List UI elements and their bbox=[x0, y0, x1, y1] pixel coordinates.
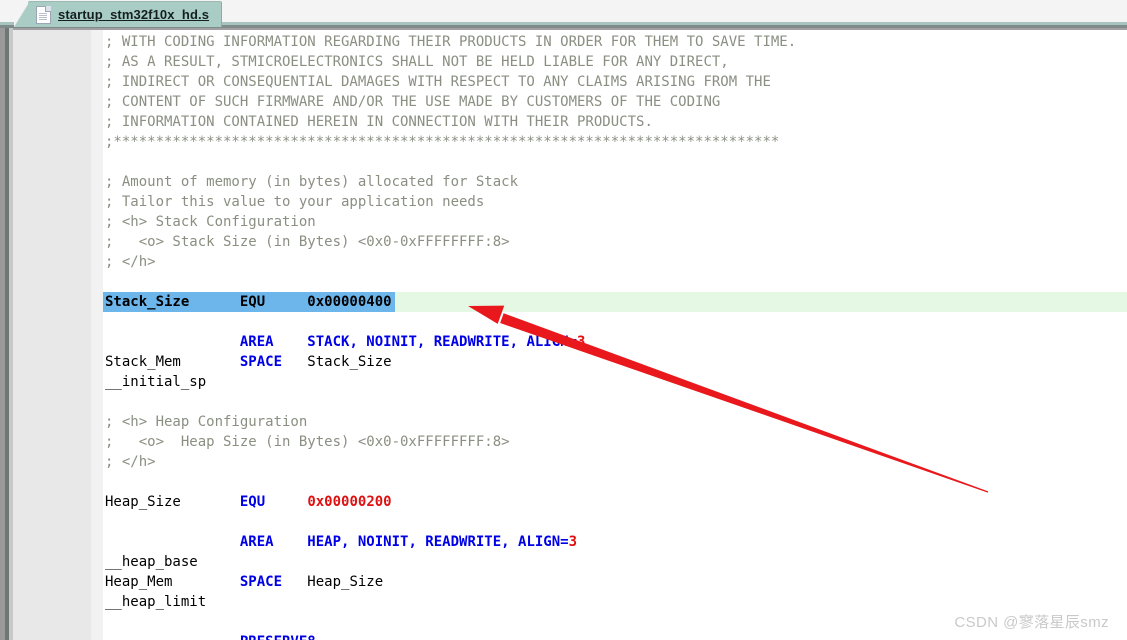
code-line[interactable]: 38Stack_Mem SPACE Stack_Size bbox=[103, 352, 1127, 372]
code-line[interactable]: 47 AREA HEAP, NOINIT, READWRITE, ALIGN=3 bbox=[103, 532, 1127, 552]
code-line[interactable]: 29; Amount of memory (in bytes) allocate… bbox=[103, 172, 1127, 192]
code-line-text: PRESERVE8 bbox=[105, 632, 316, 640]
code-line[interactable]: 39__initial_sp bbox=[103, 372, 1127, 392]
code-line[interactable]: 36 bbox=[103, 312, 1127, 332]
editor-frame: 22; WITH CODING INFORMATION REGARDING TH… bbox=[0, 28, 1127, 640]
code-line[interactable]: 46 bbox=[103, 512, 1127, 532]
code-line[interactable]: 34 bbox=[103, 272, 1127, 292]
code-line-text: ; <o> Stack Size (in Bytes) <0x0-0xFFFFF… bbox=[105, 234, 510, 250]
document-icon bbox=[36, 5, 51, 24]
code-line-text: ; INFORMATION CONTAINED HEREIN IN CONNEC… bbox=[105, 114, 653, 130]
code-line-text: Heap_Size EQU 0x00000200 bbox=[105, 494, 392, 510]
code-line-text: ; <o> Heap Size (in Bytes) <0x0-0xFFFFFF… bbox=[105, 434, 510, 450]
code-line[interactable]: 35Stack_Size EQU 0x00000400 bbox=[103, 292, 1127, 312]
code-line[interactable]: 33; </h> bbox=[103, 252, 1127, 272]
code-line[interactable]: 23; AS A RESULT, STMICROELECTRONICS SHAL… bbox=[103, 52, 1127, 72]
code-line[interactable]: 48__heap_base bbox=[103, 552, 1127, 572]
code-line[interactable]: 25; CONTENT OF SUCH FIRMWARE AND/OR THE … bbox=[103, 92, 1127, 112]
code-line[interactable]: 37 AREA STACK, NOINIT, READWRITE, ALIGN=… bbox=[103, 332, 1127, 352]
code-line-text: ; Tailor this value to your application … bbox=[105, 194, 485, 210]
code-line[interactable]: 24; INDIRECT OR CONSEQUENTIAL DAMAGES WI… bbox=[103, 72, 1127, 92]
code-line-text: __heap_limit bbox=[105, 594, 207, 610]
code-line[interactable]: 52 PRESERVE8 bbox=[103, 632, 1127, 640]
code-line-text: AREA HEAP, NOINIT, READWRITE, ALIGN=3 bbox=[239, 534, 578, 550]
code-line-text: Stack_Mem SPACE Stack_Size bbox=[105, 354, 392, 370]
code-line[interactable]: 50__heap_limit bbox=[103, 592, 1127, 612]
code-line[interactable]: 22; WITH CODING INFORMATION REGARDING TH… bbox=[103, 32, 1127, 52]
code-line[interactable]: 43; </h> bbox=[103, 452, 1127, 472]
code-line[interactable]: 27;*************************************… bbox=[103, 132, 1127, 152]
gutter-marker-strip[interactable] bbox=[91, 30, 103, 640]
code-editor-window: startup_stm32f10x_hd.s 22; WITH CODING I… bbox=[0, 0, 1127, 640]
code-line[interactable]: 28 bbox=[103, 152, 1127, 172]
code-line[interactable]: 44 bbox=[103, 472, 1127, 492]
code-line[interactable]: 42; <o> Heap Size (in Bytes) <0x0-0xFFFF… bbox=[103, 432, 1127, 452]
code-line-text: __heap_base bbox=[105, 554, 198, 570]
code-line[interactable]: 30; Tailor this value to your applicatio… bbox=[103, 192, 1127, 212]
code-line[interactable]: 26; INFORMATION CONTAINED HEREIN IN CONN… bbox=[103, 112, 1127, 132]
code-line-text: __initial_sp bbox=[105, 374, 207, 390]
code-line[interactable]: 40 bbox=[103, 392, 1127, 412]
code-line-text: ; WITH CODING INFORMATION REGARDING THEI… bbox=[105, 34, 797, 50]
code-line[interactable]: 32; <o> Stack Size (in Bytes) <0x0-0xFFF… bbox=[103, 232, 1127, 252]
code-line-text: ; INDIRECT OR CONSEQUENTIAL DAMAGES WITH… bbox=[105, 74, 771, 90]
code-text-area[interactable]: 22; WITH CODING INFORMATION REGARDING TH… bbox=[103, 30, 1127, 640]
code-line[interactable]: 41; <h> Heap Configuration bbox=[103, 412, 1127, 432]
code-line-text: Stack_Size EQU 0x00000400 bbox=[105, 294, 392, 310]
code-line-text: ; Amount of memory (in bytes) allocated … bbox=[105, 174, 519, 190]
code-line-text: ; </h> bbox=[105, 254, 156, 270]
code-line-text: AREA STACK, NOINIT, READWRITE, ALIGN=3 bbox=[239, 334, 586, 350]
code-line[interactable]: 49Heap_Mem SPACE Heap_Size bbox=[103, 572, 1127, 592]
code-line-text: ; AS A RESULT, STMICROELECTRONICS SHALL … bbox=[105, 54, 729, 70]
code-line-text: ; </h> bbox=[105, 454, 156, 470]
code-line[interactable]: 31; <h> Stack Configuration bbox=[103, 212, 1127, 232]
code-line-text: Heap_Mem SPACE Heap_Size bbox=[105, 574, 384, 590]
code-line-text: ;***************************************… bbox=[105, 134, 780, 150]
editor-tab-bar: startup_stm32f10x_hd.s bbox=[0, 0, 1127, 29]
code-line[interactable]: 45Heap_Size EQU 0x00000200 bbox=[103, 492, 1127, 512]
line-number-gutter bbox=[13, 30, 91, 640]
tab-startup-file[interactable]: startup_stm32f10x_hd.s bbox=[28, 1, 223, 27]
code-line-text: ; <h> Heap Configuration bbox=[105, 414, 308, 430]
code-line-text: ; <h> Stack Configuration bbox=[105, 214, 316, 230]
tab-label: startup_stm32f10x_hd.s bbox=[58, 7, 210, 22]
watermark-text: CSDN @寥落星辰smz bbox=[954, 614, 1109, 631]
code-line-text: ; CONTENT OF SUCH FIRMWARE AND/OR THE US… bbox=[105, 94, 721, 110]
